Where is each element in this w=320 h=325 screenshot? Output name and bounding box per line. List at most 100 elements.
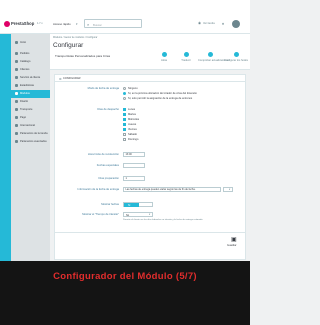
day-checkbox[interactable] [123, 123, 126, 126]
sidebar-item-label: Clientes [20, 68, 30, 71]
sidebar-item-advanced[interactable]: Parámetros avanzados [11, 138, 50, 146]
sidebar-item-modules[interactable]: Módulos [11, 90, 50, 98]
save-button[interactable]: ▣ Guardar [227, 235, 241, 251]
time-limit-input[interactable]: 13:00 [123, 152, 145, 157]
day-label: Miércoles [128, 118, 140, 121]
day-checkbox[interactable] [123, 108, 126, 111]
sidebar-item-chat[interactable]: Servicio al cliente [11, 74, 50, 82]
refresh-icon[interactable] [207, 52, 213, 57]
transit-time-label: Mostrar el "Tiempo de tránsito" [82, 213, 119, 216]
delivery-mode-radio-0[interactable] [123, 87, 126, 90]
sidebar-item-label: Internacional [20, 124, 35, 127]
delivery-mode-radio-1[interactable] [123, 92, 126, 95]
sidebar-item-label: Servicio al cliente [20, 76, 41, 79]
day-label: Domingo [128, 138, 139, 141]
breadcrumb-item[interactable]: Gestor de módulos [64, 36, 84, 39]
chevron-down-icon: ▾ [229, 188, 231, 192]
sidebar-item-label: Inicio [20, 41, 27, 44]
sidebar-item-label: Pago [20, 116, 27, 119]
time-limit-label: Hora límite de recolección [87, 153, 119, 156]
chevron-down-icon: ▾ [149, 213, 151, 217]
image-top-margin [0, 0, 250, 16]
delivery-mode-option-2: Sí, solo permitir la asignación de la en… [128, 97, 193, 100]
sidebar-item-label: Estadísticas [20, 84, 34, 87]
sidebar-item-settings[interactable]: Parámetros de la tienda [11, 130, 50, 138]
sidebar-item-globe[interactable]: Internacional [11, 122, 50, 130]
sidebar-item-label: Módulos [20, 92, 30, 95]
search-input[interactable]: ⌕ Buscar [84, 19, 142, 28]
breadcrumb-item[interactable]: Módulos [53, 36, 62, 39]
sidebar-item-label: Transporte [20, 108, 33, 111]
customers-icon [15, 67, 18, 71]
caption-text: Configurador del Módulo (5/7) [53, 271, 197, 282]
config-panel: ⚙ CONFIGURAR Modo de fecha de entrega Ni… [54, 74, 246, 260]
design-icon [15, 99, 18, 103]
toggle-active-half [124, 203, 139, 207]
breadcrumb-item: Configurar [86, 36, 98, 39]
sidebar-item-stats[interactable]: Estadísticas [11, 82, 50, 90]
save-label: Guardar [227, 244, 237, 247]
holidays-input[interactable] [123, 163, 145, 168]
language-selector[interactable]: ▾ [223, 187, 233, 192]
sidebar-rail [0, 34, 11, 261]
show-dates-label: Mostrar fechas [101, 203, 119, 206]
page-header: Módulos / Gestor de módulos / Configurar… [50, 34, 250, 70]
sidebar-item-truck[interactable]: Transporte [11, 106, 50, 114]
caption-banner: Configurador del Módulo (5/7) [0, 261, 250, 325]
holidays-label: Fechas especiales [96, 164, 119, 167]
search-icon: ⌕ [87, 21, 90, 27]
toolbar-button-label[interactable]: Atrás [158, 59, 170, 62]
sidebar-item-design[interactable]: Diseño [11, 98, 50, 106]
gear-icon: ⚙ [59, 76, 62, 81]
bell-icon[interactable]: ♦ [222, 21, 224, 26]
info-input[interactable]: Las fechas de entrega pueden variar segú… [123, 187, 221, 192]
breadcrumb: Módulos / Gestor de módulos / Configurar [53, 36, 97, 40]
hook-icon[interactable] [233, 52, 239, 57]
translate-icon[interactable] [183, 52, 189, 57]
min-days-label: Días preparación [98, 177, 119, 180]
stats-icon [15, 83, 18, 87]
globe-icon [15, 123, 18, 127]
view-store-link[interactable]: Ver tienda [203, 22, 215, 25]
panel-footer-divider [55, 232, 245, 233]
sidebar-item-home[interactable]: Inicio [11, 39, 50, 47]
truck-icon [15, 107, 18, 111]
toolbar-button-label[interactable]: Comprobar actualizaciones [198, 59, 229, 62]
sidebar-item-label: Catálogo [20, 60, 31, 63]
admin-topbar: PrestaShop 1.7.x Acceso rápido ▾ ⌕ Busca… [0, 16, 250, 34]
day-checkbox[interactable] [123, 128, 126, 131]
sidebar-item-customers[interactable]: Clientes [11, 66, 50, 74]
day-checkbox[interactable] [123, 138, 126, 141]
sidebar-item-label: Parámetros avanzados [20, 140, 47, 143]
toolbar-button-label[interactable]: Traducir [178, 59, 194, 62]
day-label: Jueves [128, 123, 137, 126]
sidebar-item-orders[interactable]: Pedidos [11, 50, 50, 58]
logo-text[interactable]: PrestaShop [11, 21, 34, 26]
day-label: Martes [128, 113, 136, 116]
min-days-input[interactable]: 1 [123, 176, 145, 181]
day-checkbox[interactable] [123, 133, 126, 136]
delivery-mode-label: Modo de fecha de entrega [87, 87, 119, 90]
delivery-mode-radio-2[interactable] [123, 97, 126, 100]
show-dates-toggle[interactable]: Sí [123, 202, 153, 207]
delivery-mode-option-0: Ninguno [128, 87, 138, 90]
day-label: Lunes [128, 108, 136, 111]
sidebar-item-payment[interactable]: Pago [11, 114, 50, 122]
delivery-mode-option-1: Sí, en la próxima ubicación del criador … [128, 92, 197, 95]
day-checkbox[interactable] [123, 113, 126, 116]
transit-time-select[interactable]: No ▾ [123, 212, 153, 217]
prestashop-logo-icon[interactable] [4, 21, 10, 27]
day-checkbox[interactable] [123, 118, 126, 121]
quick-access-button[interactable]: Acceso rápido [53, 22, 71, 26]
settings-icon [15, 131, 18, 135]
search-placeholder: Buscar [93, 22, 102, 27]
toolbar-button-label[interactable]: Configurar los hooks [224, 59, 248, 62]
screenshot-page: PrestaShop 1.7.x Acceso rápido ▾ ⌕ Busca… [0, 0, 250, 325]
page-title: Configurar [53, 42, 84, 49]
avatar[interactable] [232, 20, 240, 28]
eye-icon[interactable]: ◉ [198, 21, 201, 25]
sidebar-item-catalog[interactable]: Catálogo [11, 58, 50, 66]
back-icon[interactable] [161, 52, 167, 57]
panel-heading: ⚙ CONFIGURAR [55, 75, 245, 82]
orders-icon [15, 51, 18, 55]
